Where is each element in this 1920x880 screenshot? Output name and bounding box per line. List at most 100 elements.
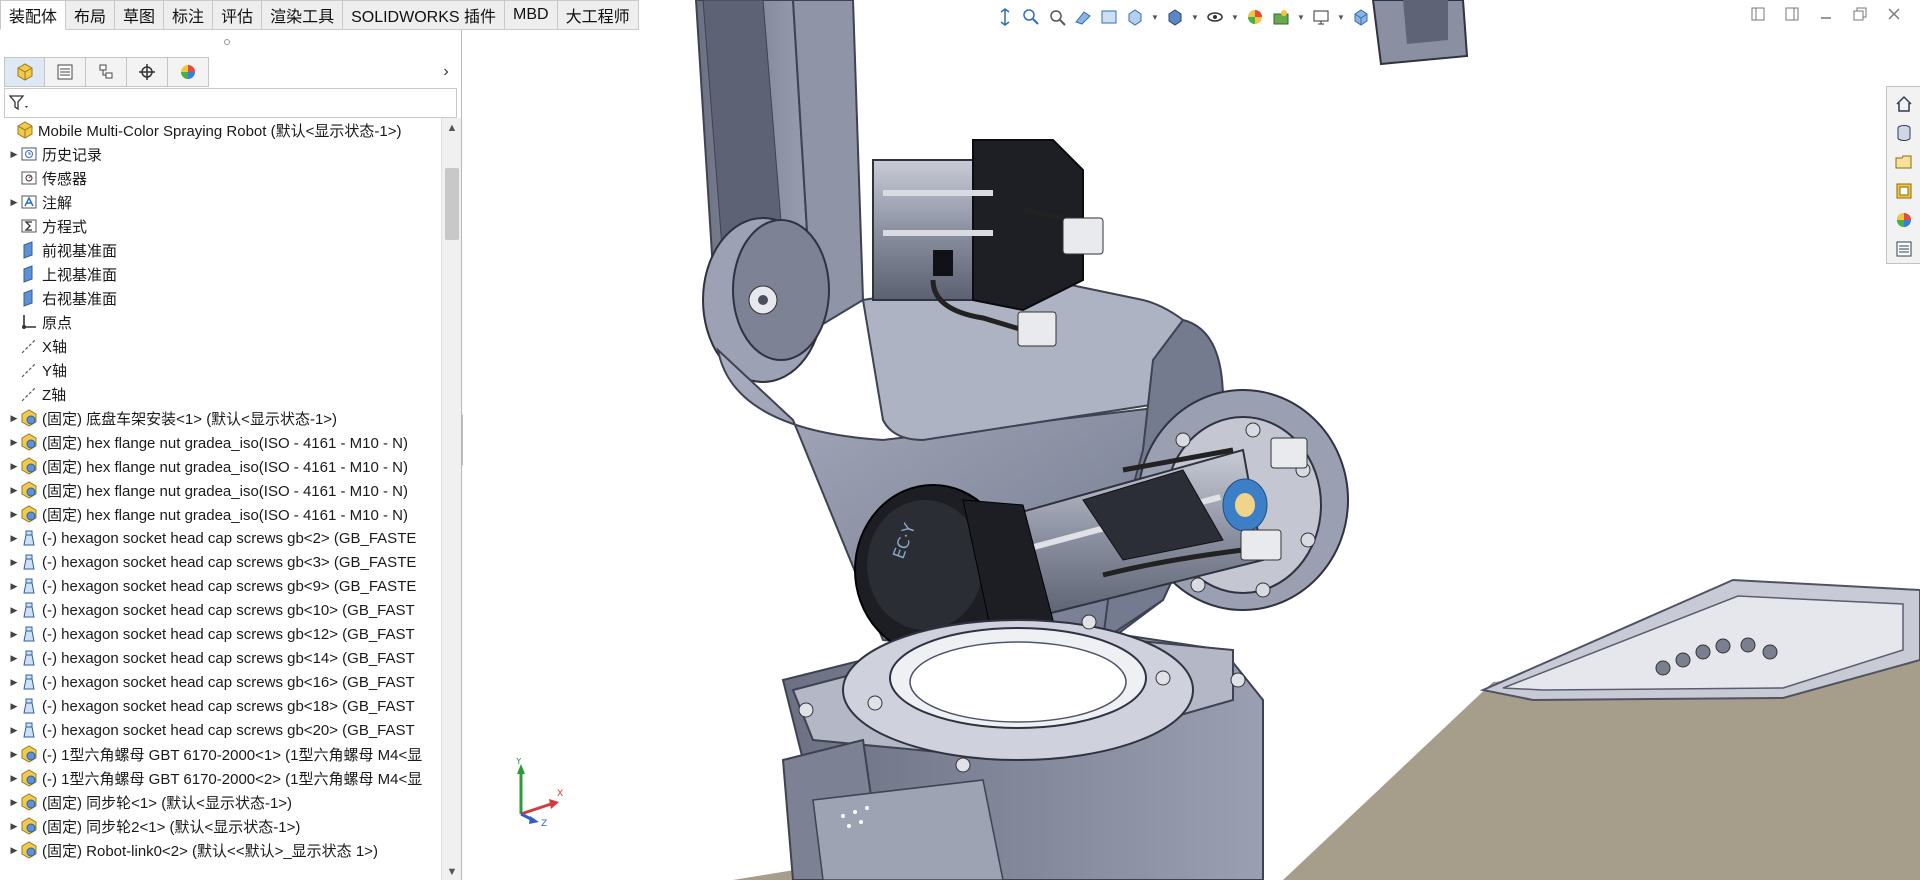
tree-filter[interactable] xyxy=(4,88,457,118)
expand-caret-icon[interactable]: ▶ xyxy=(8,406,20,430)
graphics-area[interactable]: EC·Y ▼ ▼ ▼ ▼ ▼ Y X Z xyxy=(463,0,1920,880)
tile-right-icon[interactable] xyxy=(1784,6,1800,22)
tree-item[interactable]: 上视基准面 xyxy=(0,262,440,286)
expand-caret-icon[interactable]: ▶ xyxy=(8,190,20,214)
expand-caret-icon[interactable]: ▶ xyxy=(8,526,20,550)
tree-item[interactable]: ▶ (固定) hex flange nut gradea_iso(ISO - 41… xyxy=(0,478,440,502)
tree-item[interactable]: ▶ (-) hexagon socket head cap screws gb<1… xyxy=(0,646,440,670)
chevron-up-icon[interactable]: ▲ xyxy=(442,120,462,136)
tree-item[interactable]: ▶ (-) hexagon socket head cap screws gb<1… xyxy=(0,622,440,646)
chevron-down-icon[interactable]: ▼ xyxy=(1189,5,1201,29)
tree-item[interactable]: 前视基准面 xyxy=(0,238,440,262)
command-tab[interactable]: 装配体 xyxy=(0,0,67,30)
tree-item[interactable]: Y轴 xyxy=(0,358,440,382)
tree-item[interactable]: ▶ (-) hexagon socket head cap screws gb<2… xyxy=(0,718,440,742)
tree-item[interactable]: ▶ (-) hexagon socket head cap screws gb<2… xyxy=(0,526,440,550)
command-tab[interactable]: 布局 xyxy=(66,0,116,30)
dynamic-annotation-icon[interactable] xyxy=(1097,5,1121,29)
pane-grip[interactable] xyxy=(224,39,230,45)
command-tab[interactable]: 评估 xyxy=(213,0,263,30)
file-explorer-icon[interactable] xyxy=(1890,147,1918,176)
expand-caret-icon[interactable]: ▶ xyxy=(8,574,20,598)
expand-caret-icon[interactable]: ▶ xyxy=(8,622,20,646)
view-palette-icon[interactable] xyxy=(1890,176,1918,205)
scroll-thumb[interactable] xyxy=(445,168,459,240)
tree-item[interactable]: ▶ (固定) 同步轮<1> (默认<显示状态-1>) xyxy=(0,790,440,814)
custom-properties-icon[interactable] xyxy=(1890,234,1918,263)
feature-manager-tab[interactable] xyxy=(4,57,45,87)
property-manager-tab[interactable] xyxy=(45,57,86,87)
tree-item[interactable]: ▶ (固定) hex flange nut gradea_iso(ISO - 41… xyxy=(0,502,440,526)
expand-caret-icon[interactable]: ▶ xyxy=(8,742,20,766)
tree-item[interactable]: 方程式 xyxy=(0,214,440,238)
chevron-down-icon[interactable]: ▼ xyxy=(1335,5,1347,29)
tree-item[interactable]: ▶ (固定) hex flange nut gradea_iso(ISO - 41… xyxy=(0,454,440,478)
home-icon[interactable] xyxy=(1890,89,1918,118)
expand-caret-icon[interactable]: ▶ xyxy=(8,766,20,790)
expand-caret-icon[interactable]: ▶ xyxy=(8,550,20,574)
chevron-down-icon[interactable]: ▼ xyxy=(1295,5,1307,29)
command-tab[interactable]: 标注 xyxy=(164,0,214,30)
tree-item[interactable]: X轴 xyxy=(0,334,440,358)
tree-item[interactable]: ▶ (-) 1型六角螺母 GBT 6170-2000<2> (1型六角螺母 M4<… xyxy=(0,766,440,790)
command-tab[interactable]: 渲染工具 xyxy=(262,0,344,30)
chevron-down-icon[interactable]: ▼ xyxy=(1149,5,1161,29)
dimxpert-manager-tab[interactable] xyxy=(127,57,168,87)
expand-caret-icon[interactable]: ▶ xyxy=(8,502,20,526)
zoom-to-area-icon[interactable] xyxy=(1019,5,1043,29)
configuration-manager-tab[interactable] xyxy=(86,57,127,87)
command-tab[interactable]: MBD xyxy=(505,0,558,30)
design-library-icon[interactable] xyxy=(1890,118,1918,147)
hide-show-items-icon[interactable] xyxy=(1203,5,1227,29)
tree-item[interactable]: ▶ (固定) Robot-link0<2> (默认<<默认>_显示状态 1>) xyxy=(0,838,440,862)
tree-item[interactable]: ▶ (-) hexagon socket head cap screws gb<1… xyxy=(0,670,440,694)
expand-caret-icon[interactable]: ▶ xyxy=(8,694,20,718)
expand-caret-icon[interactable]: ▶ xyxy=(8,670,20,694)
display-manager-tab[interactable] xyxy=(168,57,209,87)
expand-caret-icon[interactable]: ▶ xyxy=(8,814,20,838)
tree-item[interactable]: Z轴 xyxy=(0,382,440,406)
tree-item[interactable]: ▶ (-) hexagon socket head cap screws gb<1… xyxy=(0,598,440,622)
tree-item[interactable]: ▶ (-) 1型六角螺母 GBT 6170-2000<1> (1型六角螺母 M4<… xyxy=(0,742,440,766)
tree-item[interactable]: ▶ 历史记录 xyxy=(0,142,440,166)
expand-caret-icon[interactable]: ▶ xyxy=(8,478,20,502)
zoom-to-fit-icon[interactable] xyxy=(993,5,1017,29)
tree-item[interactable]: ▶ (固定) 同步轮2<1> (默认<显示状态-1>) xyxy=(0,814,440,838)
tree-item[interactable]: ▶ (-) hexagon socket head cap screws gb<3… xyxy=(0,550,440,574)
tree-root[interactable]: Mobile Multi-Color Spraying Robot (默认<显示… xyxy=(0,118,440,142)
tile-left-icon[interactable] xyxy=(1750,6,1766,22)
expand-caret-icon[interactable]: ▶ xyxy=(8,598,20,622)
view-settings-icon[interactable] xyxy=(1309,5,1333,29)
tree-item[interactable]: 右视基准面 xyxy=(0,286,440,310)
expand-caret-icon[interactable]: ▶ xyxy=(8,790,20,814)
tree-item[interactable]: 原点 xyxy=(0,310,440,334)
expand-caret-icon[interactable]: ▶ xyxy=(8,718,20,742)
expand-caret-icon[interactable]: ▶ xyxy=(8,646,20,670)
command-tab[interactable]: 大工程师 xyxy=(557,0,639,30)
chevron-down-icon[interactable]: ▼ xyxy=(442,864,462,880)
edit-appearance-icon[interactable] xyxy=(1243,5,1267,29)
display-style-icon[interactable] xyxy=(1163,5,1187,29)
tree-item[interactable]: ▶ (固定) hex flange nut gradea_iso(ISO - 41… xyxy=(0,430,440,454)
tree-item[interactable]: ▶ 注解 xyxy=(0,190,440,214)
restore-icon[interactable] xyxy=(1852,6,1868,22)
expand-caret-icon[interactable]: ▶ xyxy=(8,838,20,862)
minimize-icon[interactable] xyxy=(1818,6,1834,22)
tree-item[interactable]: 传感器 xyxy=(0,166,440,190)
command-tab[interactable]: 草图 xyxy=(115,0,165,30)
expand-caret-icon[interactable]: ▶ xyxy=(8,430,20,454)
tree-item[interactable]: ▶ (-) hexagon socket head cap screws gb<1… xyxy=(0,694,440,718)
chevron-right-icon[interactable]: › xyxy=(439,63,453,81)
tree-vertical-scrollbar[interactable]: ▲ ▼ xyxy=(441,118,461,880)
command-tab[interactable]: SOLIDWORKS 插件 xyxy=(343,0,506,30)
apply-scene-icon[interactable] xyxy=(1269,5,1293,29)
close-icon[interactable] xyxy=(1886,6,1902,22)
previous-view-icon[interactable] xyxy=(1045,5,1069,29)
view-orientation-icon[interactable] xyxy=(1123,5,1147,29)
3d-view-icon[interactable] xyxy=(1349,5,1373,29)
tree-item[interactable]: ▶ (固定) 底盘车架安装<1> (默认<显示状态-1>) xyxy=(0,406,440,430)
chevron-down-icon[interactable]: ▼ xyxy=(1229,5,1241,29)
section-view-icon[interactable] xyxy=(1071,5,1095,29)
appearances-icon[interactable] xyxy=(1890,205,1918,234)
expand-caret-icon[interactable]: ▶ xyxy=(8,142,20,166)
